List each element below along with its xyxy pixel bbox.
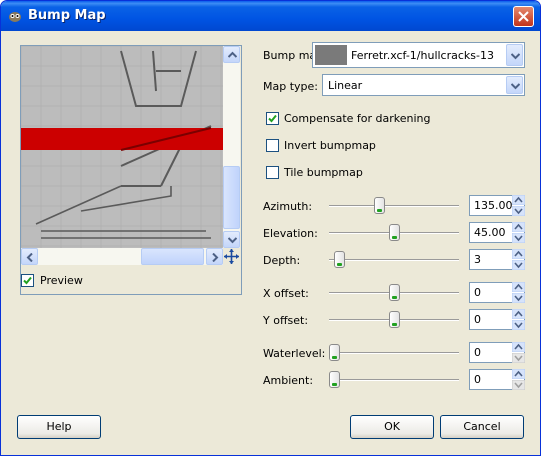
help-button[interactable]: Help [17, 415, 101, 439]
depth-slider-track[interactable] [329, 259, 459, 261]
tile-bumpmap-label: Tile bumpmap [284, 166, 363, 179]
scroll-up-button[interactable] [223, 46, 240, 63]
y-offset-slider-handle[interactable] [388, 311, 400, 328]
azimuth-value: 135.00 [474, 199, 513, 212]
invert-bumpmap-checkbox[interactable] [266, 139, 279, 152]
bump-map-select[interactable]: Ferretr.xcf-1/hullcracks-13 [312, 42, 525, 68]
arrow-right-icon [212, 253, 219, 262]
x-offset-spin-buttons[interactable] [512, 282, 525, 303]
spin-up-icon[interactable] [512, 282, 525, 292]
bump-map-dialog: Bump Map Preview Bump map: Ferretr.xcf-1… [0, 0, 541, 456]
navigate-move-icon[interactable] [223, 248, 240, 265]
waterlevel-slider-track[interactable] [329, 352, 459, 354]
scroll-right-button[interactable] [206, 248, 223, 265]
vertical-scroll-thumb[interactable] [223, 166, 240, 229]
window-title: Bump Map [28, 8, 106, 23]
y-offset-value: 0 [474, 313, 481, 326]
azimuth-slider-track[interactable] [329, 205, 459, 207]
chevron-down-icon [511, 53, 520, 60]
preview-horizontal-scrollbar[interactable] [21, 248, 223, 265]
spin-up-icon[interactable] [512, 342, 525, 352]
depth-spin-buttons[interactable] [512, 249, 525, 270]
spin-up-icon[interactable] [512, 195, 525, 205]
spin-down-icon[interactable] [512, 233, 525, 243]
scroll-down-button[interactable] [223, 231, 240, 248]
elevation-spin-buttons[interactable] [512, 222, 525, 243]
compensate-label: Compensate for darkening [284, 112, 431, 125]
x-offset-label: X offset: [263, 287, 309, 300]
map-type-select[interactable]: Linear [322, 74, 525, 96]
bump-map-value: Ferretr.xcf-1/hullcracks-13 [351, 49, 494, 62]
map-type-dropdown-button[interactable] [506, 76, 523, 94]
arrow-left-icon [26, 253, 33, 262]
title-bar[interactable]: Bump Map [1, 1, 540, 31]
compensate-checkbox[interactable] [266, 112, 279, 125]
y-offset-label: Y offset: [263, 314, 309, 327]
azimuth-spin-buttons[interactable] [512, 195, 525, 216]
spin-down-icon[interactable] [512, 260, 525, 270]
invert-bumpmap-label: Invert bumpmap [284, 139, 376, 152]
ambient-slider-track[interactable] [329, 379, 459, 381]
map-type-value: Linear [328, 79, 363, 92]
arrow-down-icon [228, 237, 237, 244]
x-offset-value: 0 [474, 286, 481, 299]
spin-up-icon[interactable] [512, 249, 525, 259]
ok-button[interactable]: OK [350, 415, 434, 439]
scroll-left-button[interactable] [21, 248, 38, 265]
waterlevel-value: 0 [474, 346, 481, 359]
ambient-value: 0 [474, 373, 481, 386]
preview-frame [20, 45, 242, 295]
ambient-spinbox[interactable]: 0 [469, 369, 525, 390]
preview-label: Preview [40, 274, 83, 287]
horizontal-scroll-thumb[interactable] [141, 248, 204, 265]
waterlevel-slider-handle[interactable] [329, 344, 340, 361]
ambient-label: Ambient: [263, 374, 314, 387]
dialog-body: Preview Bump map: Ferretr.xcf-1/hullcrac… [4, 31, 537, 452]
waterlevel-spin-buttons[interactable] [512, 342, 525, 363]
depth-spinbox[interactable]: 3 [469, 249, 525, 270]
preview-red-stripe [21, 128, 223, 150]
spin-down-icon[interactable] [512, 353, 525, 363]
tile-bumpmap-checkbox[interactable] [266, 166, 279, 179]
azimuth-slider-handle[interactable] [373, 197, 385, 214]
checkmark-icon [268, 114, 277, 123]
elevation-slider-handle[interactable] [388, 224, 400, 241]
ambient-spin-buttons[interactable] [512, 369, 525, 390]
preview-vertical-scrollbar[interactable] [223, 46, 240, 248]
ambient-slider-handle[interactable] [329, 371, 340, 388]
arrow-up-icon [228, 51, 237, 58]
depth-slider-handle[interactable] [333, 251, 345, 268]
spin-down-icon[interactable] [512, 320, 525, 330]
bump-map-dropdown-button[interactable] [506, 44, 523, 66]
preview-checkbox[interactable] [21, 274, 34, 287]
waterlevel-label: Waterlevel: [263, 347, 326, 360]
elevation-spinbox[interactable]: 45.00 [469, 222, 525, 243]
chevron-down-icon [511, 83, 520, 90]
azimuth-label: Azimuth: [263, 200, 313, 213]
close-icon [518, 11, 529, 22]
bump-map-thumbnail [315, 45, 347, 65]
spin-down-icon[interactable] [512, 206, 525, 216]
spin-down-icon[interactable] [512, 293, 525, 303]
depth-value: 3 [474, 253, 481, 266]
y-offset-spinbox[interactable]: 0 [469, 309, 525, 330]
map-type-label: Map type: [263, 80, 318, 93]
checkmark-icon [23, 276, 32, 285]
spin-up-icon[interactable] [512, 222, 525, 232]
x-offset-slider-handle[interactable] [388, 284, 400, 301]
y-offset-spin-buttons[interactable] [512, 309, 525, 330]
gimp-icon [9, 12, 21, 22]
spin-up-icon[interactable] [512, 309, 525, 319]
spin-up-icon[interactable] [512, 369, 525, 379]
x-offset-spinbox[interactable]: 0 [469, 282, 525, 303]
waterlevel-spinbox[interactable]: 0 [469, 342, 525, 363]
close-button[interactable] [513, 6, 534, 27]
elevation-label: Elevation: [263, 227, 318, 240]
depth-label: Depth: [263, 254, 301, 267]
preview-image[interactable] [21, 46, 223, 248]
cancel-button[interactable]: Cancel [440, 415, 524, 439]
spin-down-icon[interactable] [512, 380, 525, 390]
azimuth-spinbox[interactable]: 135.00 [469, 195, 525, 216]
elevation-value: 45.00 [474, 226, 506, 239]
